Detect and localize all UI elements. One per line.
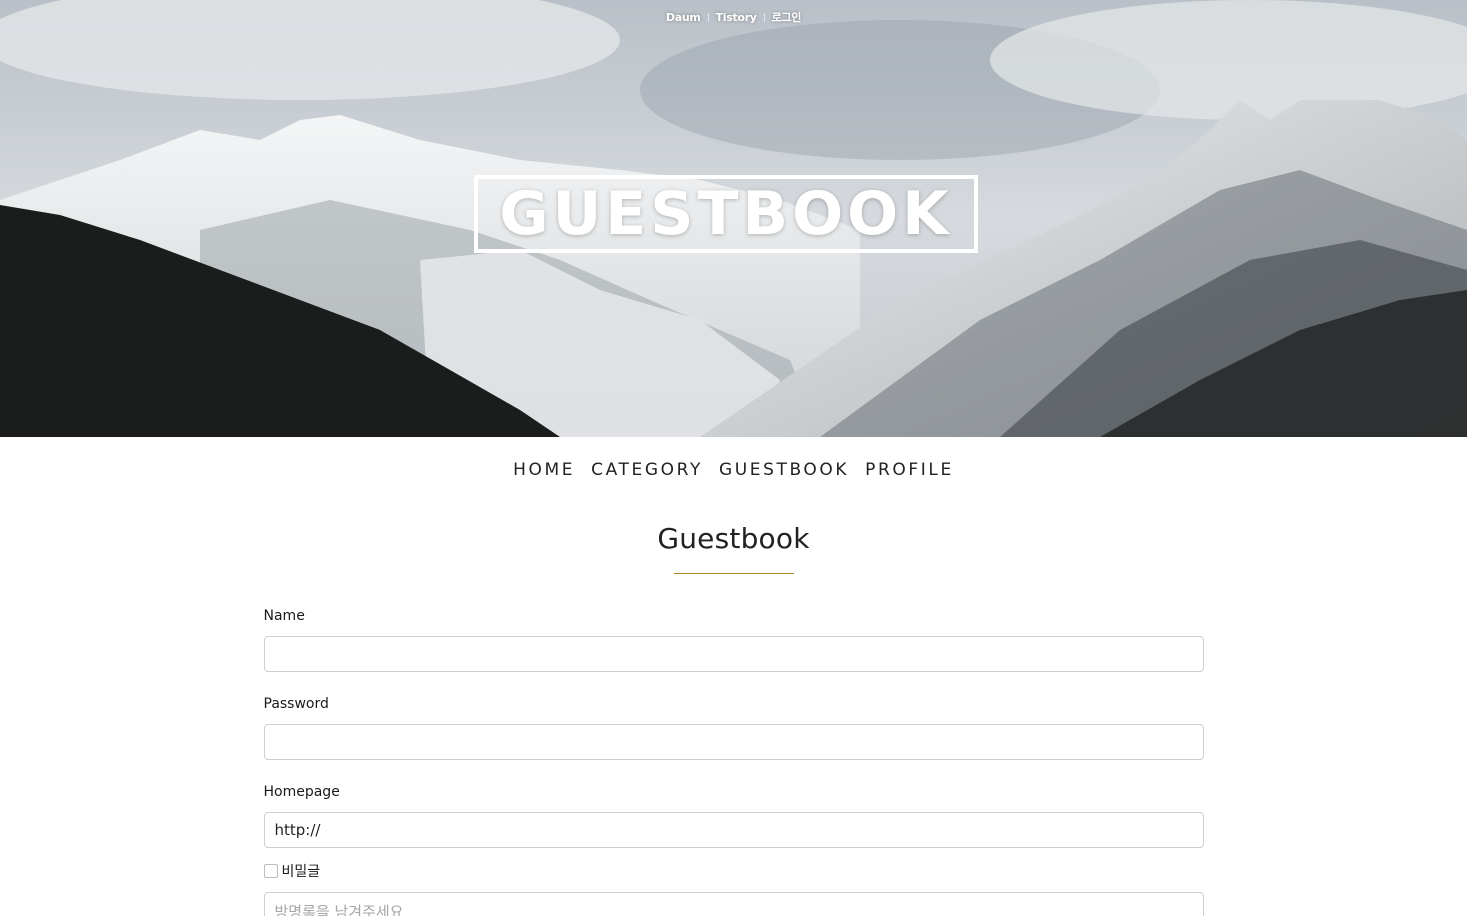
guestbook-form: Name Password Homepage 비밀글 (263, 608, 1204, 916)
hero-banner: Daum Tistory 로그인 GUESTBOOK (0, 0, 1467, 437)
top-utility-bar: Daum Tistory 로그인 (0, 9, 1467, 25)
divider (707, 13, 709, 22)
nav-item-profile[interactable]: PROFILE (865, 460, 954, 480)
nav-item-home[interactable]: HOME (513, 460, 575, 480)
password-label: Password (263, 696, 329, 712)
login-link[interactable]: 로그인 (772, 11, 802, 24)
name-input[interactable] (263, 636, 1204, 672)
homepage-label: Homepage (263, 784, 340, 800)
message-textarea[interactable] (263, 892, 1204, 916)
divider (763, 13, 765, 22)
nav-item-category[interactable]: CATEGORY (591, 460, 703, 480)
secret-option: 비밀글 (263, 862, 1204, 880)
page-title: Guestbook (657, 522, 810, 555)
main-content: Guestbook Name Password Homepage 비밀글 (263, 521, 1204, 916)
name-label: Name (263, 608, 305, 624)
secret-label: 비밀글 (281, 864, 321, 880)
nav-item-guestbook[interactable]: GUESTBOOK (719, 460, 849, 480)
homepage-input[interactable] (263, 812, 1204, 848)
main-navigation: HOME CATEGORY GUESTBOOK PROFILE (0, 437, 1467, 503)
tistory-link[interactable]: Tistory (716, 11, 757, 24)
secret-checkbox[interactable] (263, 864, 278, 878)
daum-link[interactable]: Daum (666, 11, 701, 24)
title-divider (673, 573, 794, 574)
password-input[interactable] (263, 724, 1204, 760)
blog-title-logo[interactable]: GUESTBOOK (474, 175, 978, 253)
